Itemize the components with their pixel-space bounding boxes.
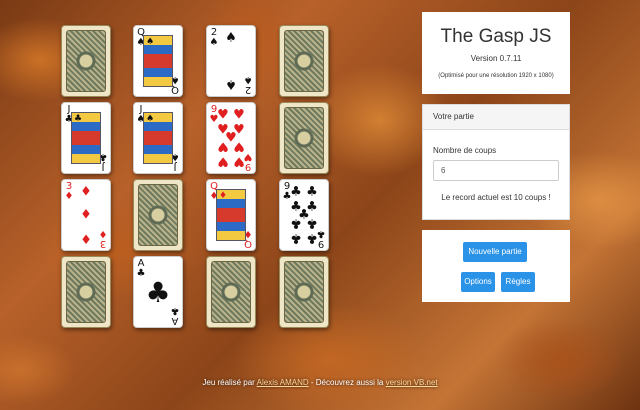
pip: ♠ xyxy=(225,76,237,92)
card-board: Q ♠ Q ♠ ♠ 2 ♠ 2 ♠ ♠ ♠ J ♣ J ♣ ♣ J ♠ J ♠ ♠ 9 ♥ 9 ♥ ♥ ♥ ♥ ♥ ♥ ♥ ♥ ♥ ♥ 3 ♦ 3 ♦ ♦ ♦… xyxy=(0,0,420,340)
pip: ♣ xyxy=(290,230,302,246)
card-back-pattern xyxy=(138,184,178,246)
card-a-of-clubs[interactable]: A ♣ A ♣ ♣ xyxy=(133,256,183,328)
pip: ♦ xyxy=(80,184,92,200)
pip: ♠ xyxy=(225,30,237,46)
card-2-of-spades[interactable]: 2 ♠ 2 ♠ ♠ ♠ xyxy=(206,25,256,97)
author-link[interactable]: Alexis AMAND xyxy=(257,378,309,387)
pip: ♥ xyxy=(233,107,245,123)
card-back-pattern xyxy=(284,30,324,92)
pip: ♥ xyxy=(217,153,229,169)
court-figure: ♠ xyxy=(143,112,173,164)
pip: ♦ xyxy=(80,230,92,246)
resolution-note: (Optimisé pour une résolution 1920 x 108… xyxy=(438,73,554,79)
options-button[interactable]: Options xyxy=(461,272,495,292)
card-back-pattern xyxy=(284,107,324,169)
app-version: Version 0.7.11 xyxy=(470,54,522,63)
card-9-of-hearts[interactable]: 9 ♥ 9 ♥ ♥ ♥ ♥ ♥ ♥ ♥ ♥ ♥ ♥ xyxy=(206,102,256,174)
game-panel-header: Votre partie xyxy=(423,105,569,130)
pip: ♣ xyxy=(306,184,318,200)
court-suit-icon: ♦ xyxy=(219,191,228,201)
card-back[interactable] xyxy=(133,179,183,251)
rules-button[interactable]: Règles xyxy=(501,272,535,292)
pip: ♦ xyxy=(80,207,92,223)
footer: Jeu réalisé par Alexis AMAND - Découvrez… xyxy=(0,378,640,387)
actions-panel: Nouvelle partie Options Règles xyxy=(422,230,570,302)
pip: ♣ xyxy=(306,230,318,246)
card-q-of-spades[interactable]: Q ♠ Q ♠ ♠ xyxy=(133,25,183,97)
moves-field[interactable]: 6 xyxy=(433,160,559,181)
record-text: Le record actuel est 10 coups ! xyxy=(441,193,551,202)
court-suit-icon: ♣ xyxy=(74,114,83,124)
card-back[interactable] xyxy=(61,25,111,97)
pip-area: ♣ ♣ ♣ ♣ ♣ ♣ ♣ ♣ ♣ xyxy=(288,184,320,246)
card-back[interactable] xyxy=(61,256,111,328)
card-3-of-diamonds[interactable]: 3 ♦ 3 ♦ ♦ ♦ ♦ xyxy=(61,179,111,251)
vbnet-link[interactable]: version VB.net xyxy=(386,378,438,387)
pip: ♥ xyxy=(217,107,229,123)
card-9-of-clubs[interactable]: 9 ♣ 9 ♣ ♣ ♣ ♣ ♣ ♣ ♣ ♣ ♣ ♣ xyxy=(279,179,329,251)
pip-area: ♠ ♠ xyxy=(215,30,247,92)
pip: ♥ xyxy=(233,138,245,154)
card-back-pattern xyxy=(284,261,324,323)
card-j-of-spades[interactable]: J ♠ J ♠ ♠ xyxy=(133,102,183,174)
pip: ♥ xyxy=(233,153,245,169)
card-back[interactable] xyxy=(279,25,329,97)
pip: ♣ xyxy=(306,215,318,231)
title-panel: The Gasp JS Version 0.7.11 (Optimisé pou… xyxy=(422,12,570,94)
pip: ♥ xyxy=(217,138,229,154)
pip: ♣ xyxy=(290,184,302,200)
moves-label: Nombre de coups xyxy=(433,146,497,155)
footer-prefix: Jeu réalisé par xyxy=(202,378,255,387)
court-figure: ♦ xyxy=(216,189,246,241)
pip: ♣ xyxy=(290,215,302,231)
card-back[interactable] xyxy=(279,256,329,328)
court-suit-icon: ♠ xyxy=(146,114,155,124)
app-title: The Gasp JS xyxy=(440,26,552,47)
card-back[interactable] xyxy=(279,102,329,174)
card-q-of-diamonds[interactable]: Q ♦ Q ♦ ♦ xyxy=(206,179,256,251)
card-j-of-clubs[interactable]: J ♣ J ♣ ♣ xyxy=(61,102,111,174)
court-suit-icon: ♠ xyxy=(146,37,155,47)
card-back-pattern xyxy=(211,261,251,323)
court-figure: ♠ xyxy=(143,35,173,87)
footer-middle: - Découvrez aussi la xyxy=(308,378,384,387)
card-index: A ♣ xyxy=(170,305,180,326)
game-panel: Votre partie Nombre de coups 6 Le record… xyxy=(422,104,570,220)
new-game-button[interactable]: Nouvelle partie xyxy=(463,242,527,262)
pip-area: ♥ ♥ ♥ ♥ ♥ ♥ ♥ ♥ ♥ xyxy=(215,107,247,169)
card-back-pattern xyxy=(66,261,106,323)
card-back[interactable] xyxy=(206,256,256,328)
court-figure: ♣ xyxy=(71,112,101,164)
card-back-pattern xyxy=(66,30,106,92)
pip-area: ♦ ♦ ♦ xyxy=(70,184,102,246)
ace-pip: ♣ xyxy=(145,276,171,309)
